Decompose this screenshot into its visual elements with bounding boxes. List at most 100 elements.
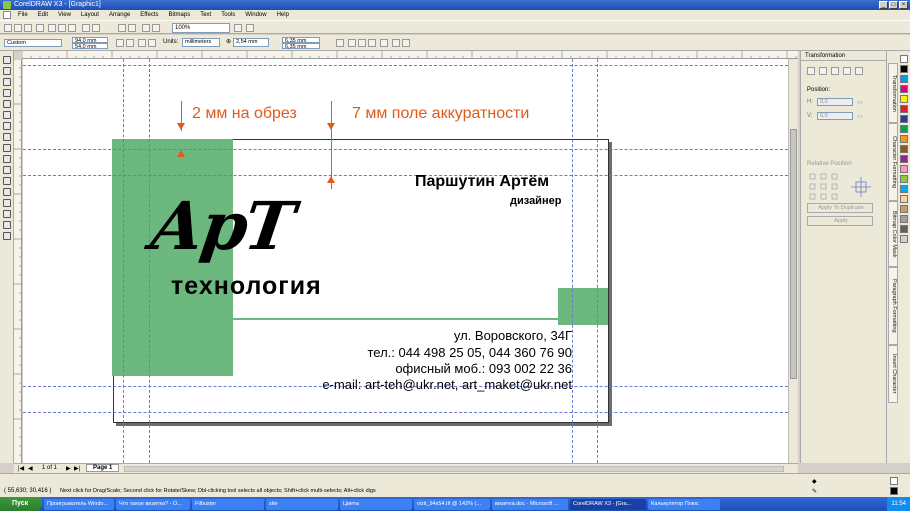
task-media-player[interactable]: Проигрыватель Windo... xyxy=(44,498,114,510)
swatch-cyan[interactable] xyxy=(900,75,908,83)
nudge-distance-field[interactable]: 2,54 mm xyxy=(233,38,269,47)
tab-paragraph-formatting[interactable]: Paragraph Formatting xyxy=(888,267,898,345)
drawing-canvas[interactable]: 2 мм на обрез 7 мм поле аккуратности Пар… xyxy=(23,59,798,463)
guideline[interactable] xyxy=(123,59,124,463)
green-square[interactable] xyxy=(558,288,608,325)
guideline[interactable] xyxy=(23,175,798,176)
swatch-magenta[interactable] xyxy=(900,85,908,93)
swatch-gray[interactable] xyxy=(900,215,908,223)
open-icon[interactable] xyxy=(14,24,22,32)
task-coreldraw[interactable]: CorelDRAW X3 - [Gra... xyxy=(570,498,646,510)
copy-icon[interactable] xyxy=(58,24,66,32)
position-h-field[interactable]: 0,0 xyxy=(817,98,853,106)
swatch-yellow[interactable] xyxy=(900,95,908,103)
menu-file[interactable]: File xyxy=(13,10,33,20)
table-tool-icon[interactable] xyxy=(2,176,11,185)
crop-tool-icon[interactable] xyxy=(2,77,11,86)
next-page-icon[interactable]: ▶ xyxy=(66,465,71,472)
menu-effects[interactable]: Effects xyxy=(135,10,163,20)
interactive-blend-tool-icon[interactable] xyxy=(2,187,11,196)
apply-button[interactable]: Apply xyxy=(807,216,873,226)
menu-edit[interactable]: Edit xyxy=(33,10,53,20)
apply-to-duplicate-button[interactable]: Apply To Duplicate xyxy=(807,203,873,213)
swatch-black[interactable] xyxy=(900,65,908,73)
task-photo[interactable]: vizit_94x54.tif @ 142% (... xyxy=(414,498,490,510)
card-mobile[interactable]: офисный моб.: 093 002 22 36 xyxy=(395,361,572,376)
page-height-field[interactable]: 54,0 mm xyxy=(72,43,108,50)
snap-guidelines-icon[interactable] xyxy=(358,39,366,47)
swatch-peach[interactable] xyxy=(900,195,908,203)
menu-bitmaps[interactable]: Bitmaps xyxy=(164,10,196,20)
redo-icon[interactable] xyxy=(92,24,100,32)
app-launcher-icon[interactable] xyxy=(142,24,150,32)
position-mode-icon[interactable] xyxy=(807,67,815,75)
swatch-darkgray[interactable] xyxy=(900,225,908,233)
relative-position-checkbox[interactable]: Relative Position xyxy=(807,161,852,167)
menu-layout[interactable]: Layout xyxy=(76,10,104,20)
tab-insert-character[interactable]: Insert Character xyxy=(888,345,898,403)
shape-tool-icon[interactable] xyxy=(2,66,11,75)
export-icon[interactable] xyxy=(128,24,136,32)
card-name[interactable]: Паршутин Артём xyxy=(415,173,549,191)
swatch-green[interactable] xyxy=(900,125,908,133)
logo-technology[interactable]: технология xyxy=(171,272,322,301)
units-select[interactable]: millimeters xyxy=(182,38,220,47)
fill-tool-icon[interactable] xyxy=(2,220,11,229)
swatch-orange[interactable] xyxy=(900,135,908,143)
card-address[interactable]: ул. Воровского, 34Г xyxy=(454,328,572,343)
text-tool-icon[interactable] xyxy=(2,165,11,174)
start-button[interactable]: Пуск xyxy=(0,497,42,511)
horizontal-ruler[interactable] xyxy=(22,51,798,59)
eyedropper-tool-icon[interactable] xyxy=(2,198,11,207)
basic-shapes-tool-icon[interactable] xyxy=(2,154,11,163)
swatch-lime[interactable] xyxy=(900,175,908,183)
pick-tool-icon[interactable] xyxy=(2,55,11,64)
polygon-tool-icon[interactable] xyxy=(2,143,11,152)
swatch-sky[interactable] xyxy=(900,185,908,193)
swatch-red[interactable] xyxy=(900,105,908,113)
landscape-icon[interactable] xyxy=(126,39,134,47)
outline-tool-icon[interactable] xyxy=(2,209,11,218)
card-email[interactable]: e-mail: art-teh@ukr.net, art_maket@ukr.n… xyxy=(322,377,572,392)
swatch-purple[interactable] xyxy=(900,155,908,163)
scrollbar-thumb[interactable] xyxy=(790,129,797,379)
paste-icon[interactable] xyxy=(68,24,76,32)
close-button[interactable]: × xyxy=(899,1,908,9)
snap-to-icon[interactable] xyxy=(234,24,242,32)
snap-grid-icon[interactable] xyxy=(348,39,356,47)
card-role[interactable]: дизайнер xyxy=(510,195,561,207)
options-gear-icon[interactable] xyxy=(392,39,400,47)
menu-window[interactable]: Window xyxy=(240,10,271,20)
anchor-grid-icon[interactable] xyxy=(809,173,839,201)
freehand-tool-icon[interactable] xyxy=(2,99,11,108)
menu-arrange[interactable]: Arrange xyxy=(104,10,135,20)
zoom-tool-icon[interactable] xyxy=(2,88,11,97)
size-mode-icon[interactable] xyxy=(843,67,851,75)
task-browser[interactable]: Что такое визитка? - O... xyxy=(116,498,190,510)
ellipse-tool-icon[interactable] xyxy=(2,132,11,141)
guideline[interactable] xyxy=(23,412,798,413)
swatch-none[interactable] xyxy=(900,55,908,63)
menu-tools[interactable]: Tools xyxy=(216,10,240,20)
swatch-pink[interactable] xyxy=(900,165,908,173)
task-flowers[interactable]: Цветы xyxy=(340,498,412,510)
cut-icon[interactable] xyxy=(48,24,56,32)
tab-page-1[interactable]: Page 1 xyxy=(86,464,120,472)
save-icon[interactable] xyxy=(24,24,32,32)
menu-view[interactable]: View xyxy=(53,10,76,20)
interactive-fill-tool-icon[interactable] xyxy=(2,231,11,240)
horizontal-scrollbar[interactable] xyxy=(124,466,784,472)
prev-page-icon[interactable]: ◀ xyxy=(28,465,33,472)
snap-objects-icon[interactable] xyxy=(368,39,376,47)
first-page-icon[interactable]: |◀ xyxy=(18,465,24,472)
maximize-button[interactable]: □ xyxy=(889,1,898,9)
document-icon[interactable] xyxy=(3,11,11,19)
import-icon[interactable] xyxy=(118,24,126,32)
task-filbuster[interactable]: Filbuster xyxy=(192,498,264,510)
guideline[interactable] xyxy=(23,65,798,66)
current-page-icon[interactable] xyxy=(148,39,156,47)
duplicate-y-field[interactable]: 6,35 mm xyxy=(282,43,320,50)
options-icon[interactable] xyxy=(246,24,254,32)
task-calculator[interactable]: Калькулятор Плюс xyxy=(648,498,720,510)
guideline[interactable] xyxy=(572,59,573,463)
